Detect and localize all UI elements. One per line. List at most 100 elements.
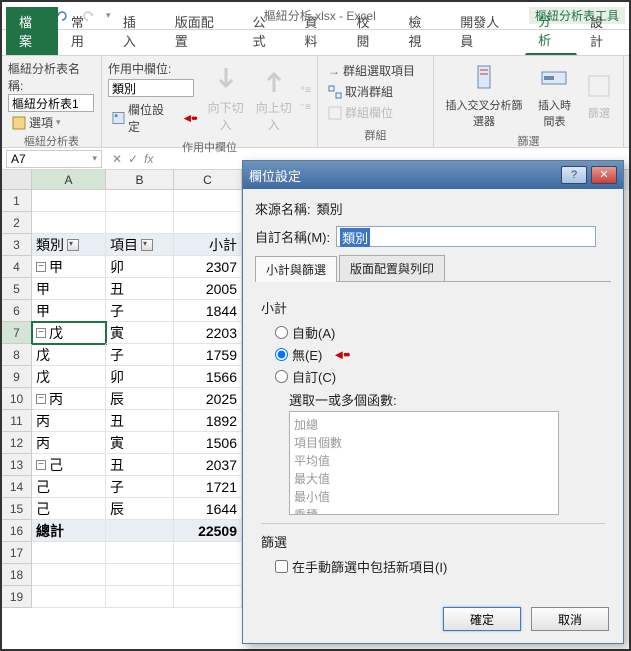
insert-slicer-button[interactable]: 插入交叉分析篩選器 — [440, 60, 528, 131]
row-header[interactable]: 15 — [2, 498, 32, 520]
cell[interactable]: 1759 — [174, 344, 242, 366]
cell[interactable]: 1644 — [174, 498, 242, 520]
list-item[interactable]: 最小值 — [294, 488, 554, 505]
filter-dropdown-icon[interactable] — [67, 239, 79, 251]
cell[interactable]: 卯 — [106, 256, 174, 278]
cell[interactable]: 類別 — [32, 234, 106, 256]
cell[interactable]: 1892 — [174, 410, 242, 432]
tab-subtotal-filter[interactable]: 小計與篩選 — [255, 256, 337, 282]
cell[interactable]: 甲 — [32, 278, 106, 300]
row-header[interactable]: 14 — [2, 476, 32, 498]
cell[interactable]: 甲 — [32, 300, 106, 322]
cell[interactable]: −己 — [32, 454, 106, 476]
group-fields-button[interactable]: 群組欄位 — [324, 102, 427, 123]
row-header[interactable]: 10 — [2, 388, 32, 410]
row-header[interactable]: 7 — [2, 322, 32, 344]
tab-view[interactable]: 檢視 — [395, 7, 447, 55]
row-header[interactable]: 17 — [2, 542, 32, 564]
cell[interactable] — [106, 586, 174, 608]
filter-conn-button[interactable]: 篩選 — [581, 68, 617, 123]
cell[interactable] — [106, 190, 174, 212]
tab-data[interactable]: 資料 — [292, 7, 344, 55]
cell[interactable] — [106, 212, 174, 234]
cell[interactable]: 寅 — [106, 322, 174, 344]
cell[interactable] — [32, 542, 106, 564]
radio-auto-input[interactable] — [275, 326, 288, 339]
radio-custom-input[interactable] — [275, 370, 288, 383]
group-select-button[interactable]: →群組選取項目 — [324, 60, 427, 81]
ok-button[interactable]: 確定 — [443, 607, 521, 631]
cell[interactable]: 戊 — [32, 366, 106, 388]
cell[interactable]: 1721 — [174, 476, 242, 498]
cell[interactable]: 己 — [32, 498, 106, 520]
tab-layout-print[interactable]: 版面配置與列印 — [339, 255, 445, 281]
collapse-field-icon[interactable]: ⁻≡ — [300, 102, 311, 113]
insert-timeline-button[interactable]: 插入時間表 — [532, 60, 577, 131]
col-header-b[interactable]: B — [106, 170, 174, 190]
list-item[interactable]: 加總 — [294, 416, 554, 433]
collapse-icon[interactable]: − — [36, 394, 46, 404]
fx-icon[interactable]: fx — [144, 152, 153, 166]
radio-auto[interactable]: 自動(A) — [275, 323, 605, 342]
cell[interactable] — [174, 542, 242, 564]
tab-layout[interactable]: 版面配置 — [162, 7, 240, 55]
functions-listbox[interactable]: 加總 項目個數 平均值 最大值 最小值 乘積 — [289, 411, 559, 515]
cell[interactable]: 寅 — [106, 432, 174, 454]
cell[interactable]: 辰 — [106, 498, 174, 520]
collapse-icon[interactable]: − — [36, 460, 46, 470]
cell[interactable] — [32, 212, 106, 234]
cell[interactable]: 1506 — [174, 432, 242, 454]
cancel-button[interactable]: 取消 — [531, 607, 609, 631]
list-item[interactable]: 項目個數 — [294, 434, 554, 451]
cell[interactable]: 子 — [106, 476, 174, 498]
cell[interactable]: 2025 — [174, 388, 242, 410]
cell[interactable] — [106, 542, 174, 564]
cell[interactable] — [174, 586, 242, 608]
row-header[interactable]: 8 — [2, 344, 32, 366]
drill-up-button[interactable]: 向上切入 — [252, 62, 296, 135]
drill-down-button[interactable]: 向下切入 — [204, 62, 248, 135]
radio-custom[interactable]: 自訂(C) — [275, 367, 605, 386]
cell[interactable]: −丙 — [32, 388, 106, 410]
include-new-items-input[interactable] — [275, 560, 288, 573]
active-field-input[interactable] — [108, 79, 194, 97]
cell[interactable]: 卯 — [106, 366, 174, 388]
field-settings-button[interactable]: 欄位設定 ◄•• — [108, 99, 200, 137]
row-header[interactable]: 12 — [2, 432, 32, 454]
expand-field-icon[interactable]: ⁺≡ — [300, 85, 311, 96]
cell[interactable] — [174, 190, 242, 212]
help-button[interactable]: ? — [561, 166, 587, 184]
cell[interactable] — [32, 190, 106, 212]
cell[interactable]: 22509 — [174, 520, 242, 542]
row-header[interactable]: 1 — [2, 190, 32, 212]
cell[interactable]: 辰 — [106, 388, 174, 410]
col-header-a[interactable]: A — [32, 170, 106, 190]
row-header[interactable]: 11 — [2, 410, 32, 432]
collapse-icon[interactable]: − — [36, 262, 46, 272]
cell[interactable]: 總計 — [32, 520, 106, 542]
filter-dropdown-icon[interactable] — [141, 239, 153, 251]
dialog-titlebar[interactable]: 欄位設定 ? ✕ — [243, 161, 623, 189]
cell[interactable]: 戊 — [32, 344, 106, 366]
cell[interactable]: 1844 — [174, 300, 242, 322]
cell[interactable]: 丑 — [106, 410, 174, 432]
tab-file[interactable]: 檔案 — [6, 7, 58, 55]
tab-home[interactable]: 常用 — [58, 7, 110, 55]
cell[interactable]: 2037 — [174, 454, 242, 476]
table-name-input[interactable] — [8, 94, 94, 112]
cell[interactable]: 項目 — [106, 234, 174, 256]
cell[interactable]: 丑 — [106, 278, 174, 300]
list-item[interactable]: 乘積 — [294, 506, 554, 515]
row-header[interactable]: 6 — [2, 300, 32, 322]
cell[interactable]: 丑 — [106, 454, 174, 476]
cell[interactable]: −甲 — [32, 256, 106, 278]
cell[interactable] — [174, 564, 242, 586]
cell[interactable] — [174, 212, 242, 234]
select-all-corner[interactable] — [2, 170, 32, 190]
ungroup-button[interactable]: 取消群組 — [324, 81, 427, 102]
row-header[interactable]: 9 — [2, 366, 32, 388]
cell[interactable]: 2203 — [174, 322, 242, 344]
enter-formula-icon[interactable]: ✓ — [128, 152, 138, 166]
tab-design[interactable]: 設計 — [577, 7, 629, 55]
name-box-dropdown-icon[interactable]: ▾ — [92, 153, 97, 164]
